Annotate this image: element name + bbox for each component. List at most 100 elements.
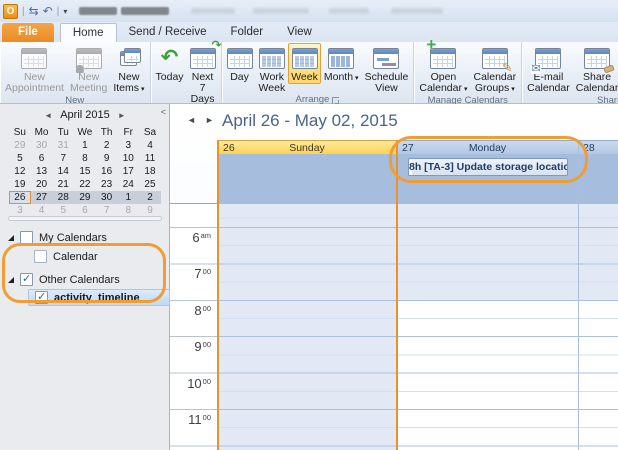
tab-send-receive[interactable]: Send / Receive xyxy=(117,23,219,42)
day-name: Sunday xyxy=(218,141,396,155)
minical-day[interactable]: 1 xyxy=(117,191,139,204)
minical-day[interactable]: 20 xyxy=(31,178,53,191)
tab-folder[interactable]: Folder xyxy=(219,23,276,42)
outlook-logo-icon[interactable]: O xyxy=(3,4,18,19)
minical-day[interactable]: 11 xyxy=(139,152,161,165)
dialog-launcher-icon[interactable] xyxy=(332,97,339,104)
minical-day[interactable]: 2 xyxy=(96,139,118,152)
sidebar-item-my-calendars[interactable]: My Calendars xyxy=(0,228,170,247)
expander-icon[interactable] xyxy=(8,235,14,241)
minical-day[interactable]: 8 xyxy=(74,152,96,165)
minical-day[interactable]: 5 xyxy=(9,152,31,165)
ribbon-tab-row: File Home Send / Receive Folder View xyxy=(0,22,618,42)
day-view-button[interactable]: Day xyxy=(224,43,256,83)
date-navigator: ◄ April 2015 ► SuMoTuWeThFrSa29303112345… xyxy=(9,108,161,217)
week-view-button[interactable]: Week xyxy=(288,43,321,84)
minical-day[interactable]: 21 xyxy=(52,178,74,191)
minical-day[interactable]: 23 xyxy=(96,178,118,191)
undo-icon[interactable]: ↶ xyxy=(43,5,53,17)
minical-day[interactable]: 6 xyxy=(31,152,53,165)
email-calendar-button[interactable]: ✉ E-mail Calendar xyxy=(524,43,573,94)
minical-day[interactable]: 22 xyxy=(74,178,96,191)
day-column-monday[interactable] xyxy=(397,204,578,450)
folder-label: My Calendars xyxy=(39,232,107,244)
minical-day[interactable]: 14 xyxy=(52,165,74,178)
minical-day[interactable]: 28 xyxy=(52,191,74,204)
minical-day[interactable]: 4 xyxy=(139,139,161,152)
all-day-cell-tuesday[interactable] xyxy=(578,154,618,204)
minical-day[interactable]: 29 xyxy=(9,139,31,152)
day-column-sunday[interactable] xyxy=(218,204,396,450)
new-appointment-button[interactable]: New Appointment xyxy=(2,43,67,94)
month-view-button[interactable]: Month xyxy=(321,43,362,84)
activity-timeline-checkbox[interactable] xyxy=(35,291,48,304)
new-meeting-button[interactable]: New Meeting xyxy=(67,43,110,94)
folder-label: Other Calendars xyxy=(39,274,120,286)
minical-day[interactable]: 1 xyxy=(74,139,96,152)
schedule-view-button[interactable]: Schedule View xyxy=(362,43,412,94)
sidebar-item-calendar[interactable]: Calendar xyxy=(0,247,170,266)
other-calendars-checkbox[interactable] xyxy=(20,273,33,286)
new-appointment-icon xyxy=(21,48,47,69)
button-label: Groups xyxy=(475,83,515,95)
next-month-icon[interactable]: ► xyxy=(118,111,126,120)
tab-view[interactable]: View xyxy=(275,23,324,42)
calendar-checkbox[interactable] xyxy=(34,250,47,263)
expander-icon[interactable] xyxy=(8,277,14,283)
minical-day[interactable]: 12 xyxy=(9,165,31,178)
minical-day[interactable]: 17 xyxy=(117,165,139,178)
all-day-cell-monday[interactable]: 8h [TA-3] Update storage location xyxy=(397,154,578,204)
my-calendars-checkbox[interactable] xyxy=(20,231,33,244)
previous-week-icon[interactable]: ◄ xyxy=(187,115,196,125)
work-week-view-button[interactable]: Work Week xyxy=(256,43,289,94)
collapse-pane-icon[interactable]: < xyxy=(161,107,166,117)
send-receive-icon[interactable]: ⇆ xyxy=(29,5,39,17)
minical-day[interactable]: 7 xyxy=(52,152,74,165)
button-label: Month xyxy=(324,72,359,84)
next-7-days-icon xyxy=(190,48,216,69)
share-calendar-button[interactable]: Share Calendar xyxy=(573,43,618,94)
new-items-button[interactable]: New Items xyxy=(110,43,147,95)
next-week-icon[interactable]: ► xyxy=(205,115,214,125)
prev-month-icon[interactable]: ◄ xyxy=(44,111,52,120)
open-calendar-button[interactable]: + Open Calendar xyxy=(416,43,470,95)
minical-day[interactable]: 27 xyxy=(31,191,53,204)
minical-day[interactable]: 18 xyxy=(139,165,161,178)
sidebar-item-other-calendars[interactable]: Other Calendars xyxy=(0,270,170,289)
pane-splitter[interactable] xyxy=(8,216,162,221)
calendar-groups-button[interactable]: ✎ Calendar Groups xyxy=(471,43,520,95)
minical-day[interactable]: 2 xyxy=(139,191,161,204)
time-label: 1000 xyxy=(187,375,211,393)
minical-day[interactable]: 24 xyxy=(117,178,139,191)
minical-day[interactable]: 10 xyxy=(117,152,139,165)
tab-file[interactable]: File xyxy=(2,23,54,42)
qat-customize-dropdown-icon[interactable]: ▾ xyxy=(63,7,67,16)
today-button[interactable]: ↶ Today xyxy=(153,43,187,83)
minical-day[interactable]: 13 xyxy=(31,165,53,178)
minical-day[interactable]: 19 xyxy=(9,178,31,191)
day-header-sunday[interactable]: 26 Sunday xyxy=(218,140,396,154)
minical-day[interactable]: 30 xyxy=(96,191,118,204)
all-day-cell-sunday[interactable] xyxy=(218,154,396,204)
sidebar-item-activity-timeline[interactable]: activity_timeline xyxy=(28,289,170,306)
minical-day[interactable]: 31 xyxy=(52,139,74,152)
work-hours-area xyxy=(578,300,618,450)
minical-day[interactable]: 3 xyxy=(117,139,139,152)
minical-day[interactable]: 30 xyxy=(31,139,53,152)
day-header-monday[interactable]: 27 Monday xyxy=(397,140,578,154)
title-bar: O | ⇆ ↶ | ▾ xyxy=(0,0,618,22)
month-view-icon xyxy=(328,48,354,69)
minical-day[interactable]: 15 xyxy=(74,165,96,178)
minical-day[interactable]: 9 xyxy=(96,152,118,165)
event-update-storage-location[interactable]: 8h [TA-3] Update storage location xyxy=(408,158,568,176)
grid-lines xyxy=(218,204,396,450)
day-column-tuesday[interactable] xyxy=(578,204,618,450)
next-7-days-button[interactable]: ↷ Next 7 Days xyxy=(187,43,219,105)
column-separator xyxy=(578,140,579,450)
minical-day[interactable]: 25 xyxy=(139,178,161,191)
minical-day[interactable]: 16 xyxy=(96,165,118,178)
minical-day[interactable]: 29 xyxy=(74,191,96,204)
minical-day[interactable]: 26 xyxy=(9,191,31,204)
tab-home[interactable]: Home xyxy=(60,23,117,42)
day-header-tuesday[interactable]: 28 xyxy=(578,140,618,154)
